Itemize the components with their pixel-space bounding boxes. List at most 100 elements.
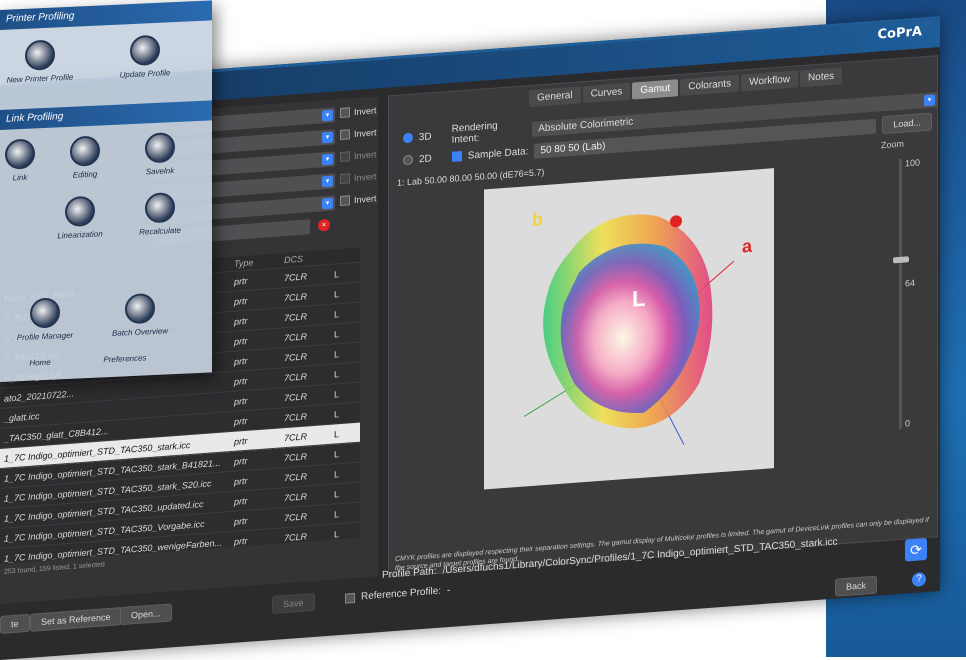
sample-data-checkbox[interactable] (451, 151, 462, 162)
table-status: 253 found, 159 listed, 1 selected (4, 561, 105, 576)
invert-5[interactable]: Invert (340, 193, 377, 207)
tab-colorants[interactable]: Colorants (680, 74, 740, 97)
rendering-intent-label: Rendering Intent: (451, 120, 498, 146)
label-2d: 2D (419, 152, 432, 165)
savelink-icon (145, 132, 175, 164)
batch-overview-item[interactable]: Batch Overview (95, 292, 185, 339)
rendering-intent-value: Absolute Colorimetric (538, 115, 634, 134)
cell-dcs: 7CLR (284, 350, 308, 363)
col-header-dcs[interactable]: DCS (284, 251, 334, 265)
invert-1[interactable]: Invert (340, 105, 377, 119)
table-row[interactable]: 7708_VMYOKGC_doof2.iccprtr7CLRL (0, 562, 360, 565)
zoom-tick-64: 64 (905, 277, 916, 289)
gamut-plot[interactable]: b a L (484, 168, 774, 490)
linearization-item[interactable]: Linearization (40, 195, 120, 242)
chevron-down-icon: ▾ (924, 93, 935, 106)
home-item[interactable]: Home (10, 357, 70, 369)
chevron-down-icon: ▾ (322, 131, 333, 144)
cell-dcs: 7CLR (284, 530, 308, 543)
invert-checkbox[interactable] (340, 151, 350, 163)
cell-type: prtr (234, 275, 248, 287)
cell-dcs: 7CLR (284, 290, 308, 303)
tab-gamut[interactable]: Gamut (632, 79, 679, 100)
gamut-svg: b a L (523, 209, 753, 446)
cell-extra: L (334, 328, 340, 339)
cell-dcs: 7CLR (284, 330, 308, 343)
clear-icon[interactable]: × (318, 218, 330, 232)
recalculate-item[interactable]: Recalculate (125, 191, 195, 237)
zoom-slider[interactable]: Zoom 100 64 0 (879, 137, 921, 445)
batch-overview-label: Batch Overview (111, 326, 169, 338)
printer-profile-icon (25, 39, 55, 71)
axis-label-b: b (532, 209, 543, 230)
invert-checkbox[interactable] (340, 129, 350, 141)
preferences-item[interactable]: Preferences (85, 353, 165, 366)
tab-workflow[interactable]: Workflow (741, 70, 799, 92)
update-profile-label: Update Profile (119, 68, 171, 80)
col-header-type[interactable]: Type (234, 255, 284, 268)
cell-type: prtr (234, 495, 248, 507)
cell-extra: L (334, 308, 340, 319)
invert-4[interactable]: Invert (340, 171, 377, 185)
cell-extra: L (334, 288, 340, 299)
invert-3[interactable]: Invert (340, 149, 377, 163)
save-button[interactable]: Save (272, 592, 315, 615)
savelink-item[interactable]: Savelnk (130, 131, 190, 177)
radio-2d[interactable] (403, 154, 413, 166)
delete-button[interactable]: te (0, 613, 30, 634)
help-icon[interactable]: ? (912, 571, 926, 588)
start-menu-overlay: Printer Profiling New Printer Profile Up… (0, 0, 212, 382)
right-pane: General Curves Gamut Colorants Workflow … (388, 55, 938, 578)
radio-3d[interactable] (403, 132, 413, 144)
cell-type: prtr (234, 535, 248, 547)
editing-item[interactable]: Editing (55, 135, 115, 181)
reference-profile-checkbox[interactable] (345, 592, 355, 604)
update-profile-icon (130, 34, 160, 67)
cell-dcs: 7CLR (284, 270, 308, 283)
cell-type: prtr (234, 555, 248, 565)
chevron-down-icon: ▾ (322, 175, 333, 188)
zoom-track[interactable] (899, 158, 902, 429)
cell-extra: L (334, 428, 340, 439)
sample-readout: 1: Lab 50.00 80.00 50.00 (dE76=5.7) (397, 167, 545, 188)
cell-type: prtr (234, 375, 248, 387)
cell-dcs: 7CLR (284, 450, 308, 463)
tab-notes[interactable]: Notes (800, 67, 843, 88)
profile-manager-label: Profile Manager (16, 330, 74, 343)
reference-profile-label: Reference Profile: (361, 585, 442, 603)
invert-checkbox[interactable] (340, 173, 350, 185)
cell-extra: L (334, 528, 340, 539)
tab-curves[interactable]: Curves (582, 82, 631, 104)
set-reference-button[interactable]: Set as Reference (30, 607, 122, 632)
editing-icon (70, 135, 100, 167)
open-button[interactable]: Open... (120, 603, 172, 626)
load-button[interactable]: Load... (882, 112, 932, 135)
invert-2[interactable]: Invert (340, 127, 377, 141)
label-3d: 3D (418, 130, 432, 143)
cell-dcs: 7CLR (284, 390, 308, 403)
cell-extra: L (334, 388, 340, 399)
update-profile-item[interactable]: Update Profile (100, 33, 190, 80)
zoom-thumb[interactable] (893, 256, 909, 264)
reference-profile-row: Reference Profile: - (345, 585, 450, 604)
profile-manager-item[interactable]: Profile Manager (5, 296, 85, 343)
copra-logo: CoPrA (877, 24, 922, 43)
refresh-icon[interactable]: ⟳ (905, 537, 927, 562)
link-item[interactable]: Link (0, 138, 40, 183)
cell-dcs: 7CLR (284, 470, 308, 483)
cell-dcs: 7CLR (284, 550, 308, 563)
tab-general[interactable]: General (529, 86, 581, 108)
cell-type: prtr (234, 395, 248, 407)
cell-extra: L (334, 348, 340, 359)
invert-checkbox[interactable] (340, 195, 350, 207)
new-printer-profile-item[interactable]: New Printer Profile (0, 38, 80, 85)
cell-dcs: 7CLR (284, 410, 308, 423)
back-button[interactable]: Back (835, 575, 878, 597)
cell-extra: L (334, 268, 340, 279)
zoom-label: Zoom (881, 138, 905, 151)
col-header-extra[interactable] (334, 255, 354, 256)
app-scene: CoPrA ▾ Invert ▾ Invert ▾ Invert ▾ Inver… (0, 0, 966, 660)
invert-checkbox[interactable] (340, 107, 350, 119)
axis-label-l: L (632, 286, 645, 312)
zoom-tick-100: 100 (905, 157, 921, 169)
